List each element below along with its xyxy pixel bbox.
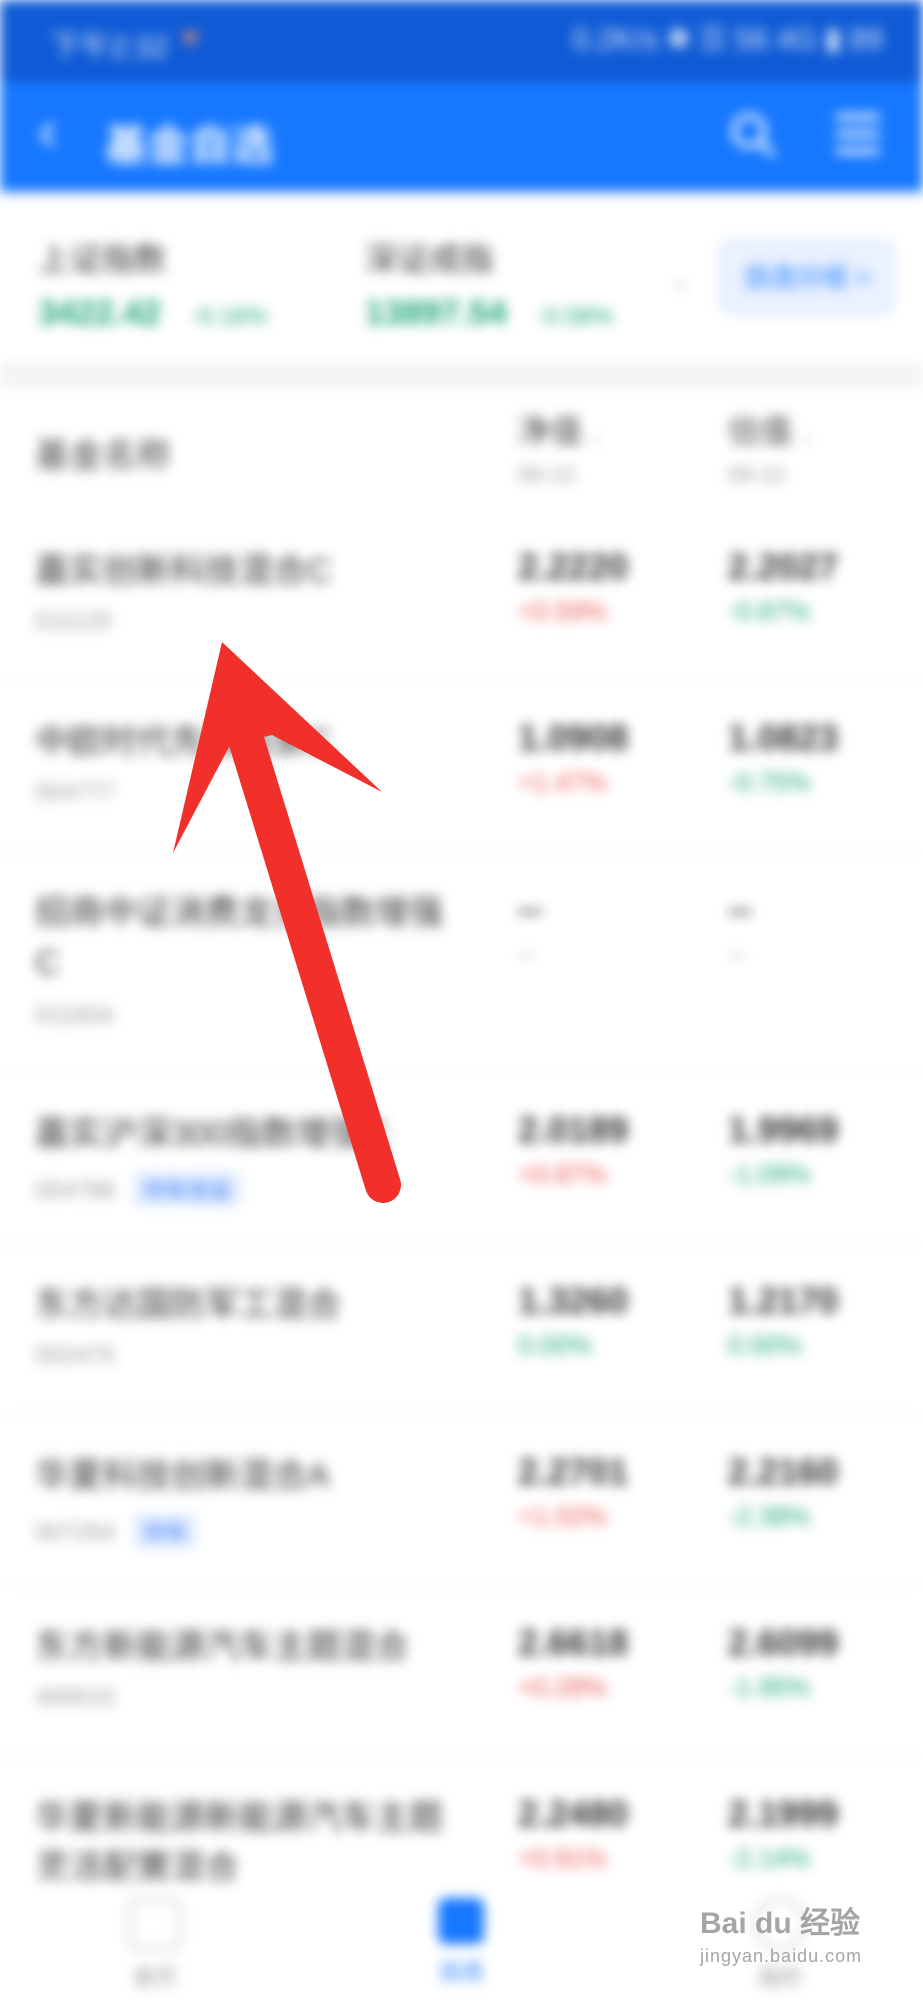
fund-list: 嘉实创新科技混合C 011120 2.2220 +0.59% 2.2027 -0.8…	[0, 510, 923, 1958]
nav-change: +1.02%	[518, 1501, 607, 1531]
fund-name: 招商中证消费龙头指数增强C	[35, 894, 443, 982]
estimate-value: 1.9969	[728, 1109, 839, 1150]
holding-tag: 持有	[133, 1513, 198, 1549]
fund-name: 嘉实创新科技混合C	[35, 552, 332, 590]
estimate-change: -0.87%	[728, 596, 811, 626]
nav-value: 2.2701	[518, 1451, 629, 1492]
status-bar: 下午2:32 ♥ 0.2K/s ✱ ☰ 56 4G ▮ 89	[0, 0, 923, 82]
fund-code: 011120	[35, 608, 112, 635]
index-change: -0.16%	[191, 303, 268, 330]
estimate-change: 0.00%	[728, 1330, 802, 1360]
app-header: ‹ 基金自选	[0, 82, 923, 192]
nav-change: --	[518, 938, 536, 968]
fund-name: 华夏科技创新混合A	[35, 1457, 330, 1495]
tab-label: 首页	[132, 1965, 177, 1990]
estimate-value: 2.2027	[728, 546, 839, 587]
table-row[interactable]: 嘉实创新科技混合C 011120 2.2220 +0.59% 2.2027 -0.8…	[0, 510, 923, 681]
column-estimate-label: 估值	[728, 413, 793, 449]
index-name: 上证指数	[38, 241, 167, 277]
fund-code: 004777	[35, 779, 116, 806]
nav-value: 2.2480	[518, 1793, 629, 1834]
estimate-value: 2.1999	[728, 1793, 839, 1834]
index-shanghai[interactable]: 上证指数 3422.42 -0.16%	[38, 234, 267, 333]
column-fund-name: 基金名称	[35, 437, 171, 475]
fund-code: 007264	[35, 1519, 116, 1546]
fund-name: 东方新能源汽车主题混合	[35, 1628, 409, 1666]
column-estimate-date: 09-13	[728, 462, 785, 487]
index-shenzhen[interactable]: 深证成指 13897.54 -0.58%	[365, 234, 613, 333]
chevron-right-icon[interactable]: ›	[676, 268, 686, 302]
nav-change: +0.59%	[518, 596, 607, 626]
group-button[interactable]: 自选分组 >	[720, 240, 894, 314]
status-indicators: 0.2K/s ✱ ☰ 56 4G ▮ 89	[572, 23, 883, 56]
watermark-brand: Bai du 经验	[700, 1907, 861, 1940]
index-value: 13897.54	[365, 294, 507, 332]
table-row[interactable]: 东方新能源汽车主题混合 400015 2.6618 +0.28% 2.6099 -1…	[0, 1586, 923, 1757]
table-row[interactable]: 招商中证消费龙头指数增强C 011604 -- -- -- --	[0, 852, 923, 1073]
search-icon[interactable]	[728, 110, 778, 160]
nav-value: --	[518, 888, 542, 929]
table-row[interactable]: 嘉实沪深300指数增强C 004788 持有收益 2.0189 +0.87% 1.9…	[0, 1073, 923, 1244]
fund-code: 400015	[35, 1684, 116, 1711]
estimate-change: -2.38%	[728, 1501, 811, 1531]
nav-change: +0.28%	[518, 1672, 607, 1702]
nav-change: 0.00%	[518, 1330, 592, 1360]
menu-icon[interactable]	[836, 114, 880, 158]
status-time: 下午2:32	[50, 31, 169, 64]
home-icon	[129, 1898, 181, 1950]
estimate-change: -1.95%	[728, 1672, 811, 1702]
estimate-change: -1.09%	[728, 1159, 811, 1189]
nav-change: +0.87%	[518, 1159, 607, 1189]
estimate-change: -2.14%	[728, 1843, 811, 1873]
column-nav-label: 净值	[518, 413, 583, 449]
estimate-change: -0.75%	[728, 767, 811, 797]
sort-icon: ⌄	[588, 426, 604, 446]
fund-code: 004788	[35, 1177, 116, 1204]
watermark-url: jingyan.baidu.com	[700, 1946, 863, 1966]
column-estimate[interactable]: 估值 ⌄ 09-13	[728, 406, 813, 488]
back-icon[interactable]: ‹	[38, 102, 57, 160]
nav-value: 1.0908	[518, 717, 629, 758]
column-nav-date: 09-13	[518, 462, 575, 487]
sort-icon: ⌄	[798, 426, 814, 446]
index-value: 3422.42	[38, 294, 161, 332]
table-header: 基金名称 净值 ⌄ 09-13 估值 ⌄ 09-13	[0, 388, 923, 510]
tab-label: 自选	[438, 1959, 483, 1984]
tab-home[interactable]: 首页	[115, 1898, 195, 1992]
nav-change: +1.47%	[518, 767, 607, 797]
fund-name: 华夏新能源新能源汽车主题灵活配置混合	[35, 1799, 443, 1887]
heart-icon: ♥	[182, 22, 199, 53]
fund-name: 嘉实沪深300指数增强C	[35, 1115, 389, 1153]
fund-name: 中欧时代先锋股票C	[35, 723, 332, 761]
table-row[interactable]: 中欧时代先锋股票C 004777 1.0908 +1.47% 1.0823 -0.7…	[0, 681, 923, 852]
tab-watchlist[interactable]: 自选	[421, 1898, 501, 1986]
page-title: 基金自选	[105, 122, 274, 169]
star-icon	[438, 1898, 484, 1944]
nav-change: +0.91%	[518, 1843, 607, 1873]
baidu-watermark: Bai du 经验 jingyan.baidu.com	[700, 1898, 862, 1967]
column-nav[interactable]: 净值 ⌄ 09-13	[518, 406, 603, 488]
nav-value: 2.0189	[518, 1109, 629, 1150]
estimate-value: 1.0823	[728, 717, 839, 758]
index-change: -0.58%	[537, 303, 614, 330]
fund-name: 东方达国防军工混合	[35, 1286, 341, 1324]
nav-value: 2.6618	[518, 1622, 629, 1663]
holding-tag: 持有收益	[133, 1171, 242, 1207]
fund-code: 002475	[35, 1342, 116, 1369]
section-divider	[0, 362, 923, 388]
table-row[interactable]: 华夏科技创新混合A 007264 持有 2.2701 +1.02% 2.2160 -2…	[0, 1415, 923, 1586]
nav-value: 1.3260	[518, 1280, 629, 1321]
nav-value: 2.2220	[518, 546, 629, 587]
estimate-value: 1.2170	[728, 1280, 839, 1321]
estimate-value: 2.6099	[728, 1622, 839, 1663]
estimate-value: 2.2160	[728, 1451, 839, 1492]
app-screen: 下午2:32 ♥ 0.2K/s ✱ ☰ 56 4G ▮ 89 ‹ 基金自选 上证…	[0, 0, 923, 2000]
fund-code: 011604	[35, 1002, 114, 1029]
table-row[interactable]: 东方达国防军工混合 002475 1.3260 0.00% 1.2170 0.00%	[0, 1244, 923, 1415]
estimate-change: --	[728, 938, 746, 968]
market-index-bar: 上证指数 3422.42 -0.16% 深证成指 13897.54 -0.58%…	[0, 196, 923, 356]
estimate-value: --	[728, 888, 752, 929]
index-name: 深证成指	[365, 241, 494, 277]
